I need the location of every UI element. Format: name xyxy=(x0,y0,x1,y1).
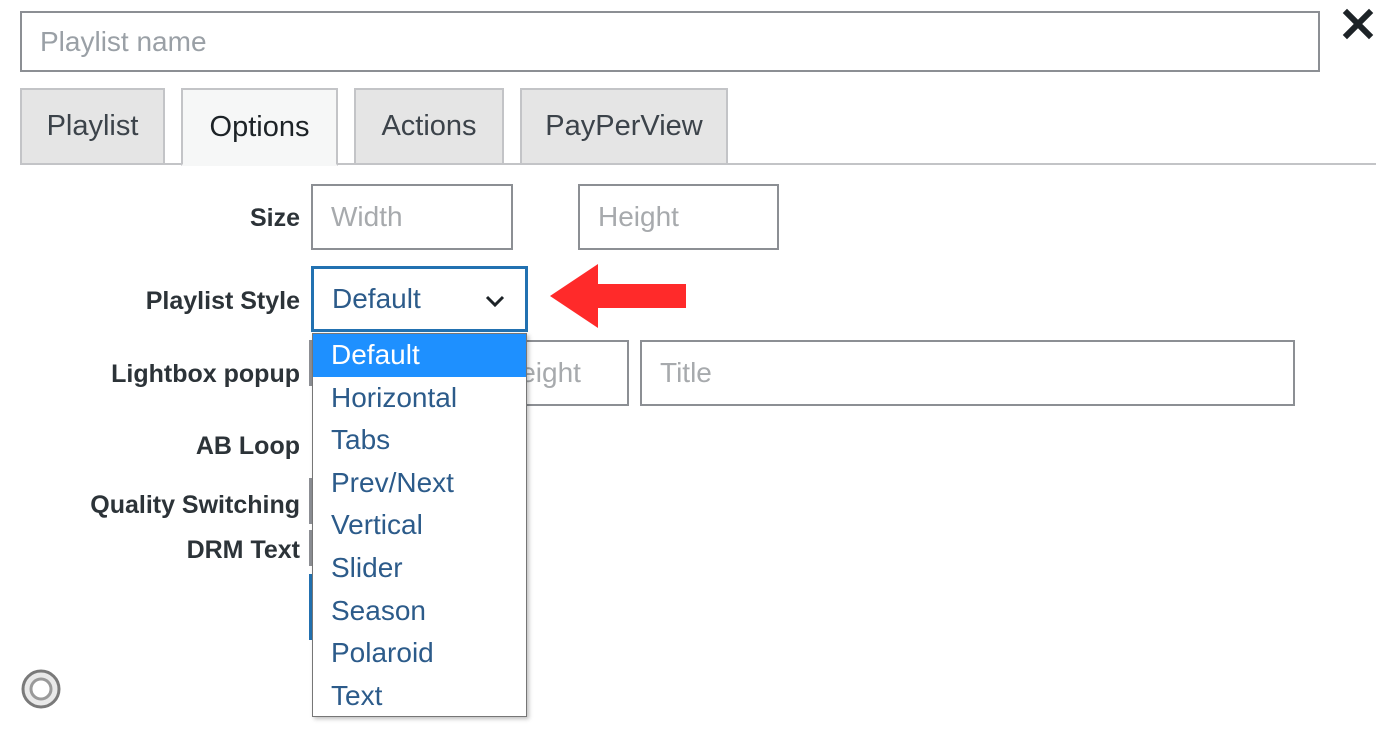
dropdown-option-prev-next[interactable]: Prev/Next xyxy=(313,462,526,505)
dropdown-option-slider[interactable]: Slider xyxy=(313,547,526,590)
quality-switching-label: Quality Switching xyxy=(90,491,300,519)
dropdown-option-vertical[interactable]: Vertical xyxy=(313,504,526,547)
dropdown-option-polaroid[interactable]: Polaroid xyxy=(313,632,526,675)
playlist-name-input[interactable] xyxy=(20,11,1320,72)
close-icon[interactable] xyxy=(1340,6,1376,42)
playlist-editor: Playlist Options Actions PayPerView Size… xyxy=(0,0,1386,746)
lightbox-popup-label: Lightbox popup xyxy=(111,360,300,388)
dropdown-option-season[interactable]: Season xyxy=(313,590,526,633)
playlist-style-dropdown[interactable]: Default Horizontal Tabs Prev/Next Vertic… xyxy=(312,333,527,717)
dropdown-option-horizontal[interactable]: Horizontal xyxy=(313,377,526,420)
width-input[interactable] xyxy=(311,184,513,250)
tab-payperview[interactable]: PayPerView xyxy=(520,88,728,165)
size-label: Size xyxy=(249,204,300,232)
dropdown-option-tabs[interactable]: Tabs xyxy=(313,419,526,462)
radio-button-icon[interactable] xyxy=(20,668,62,710)
tab-playlist[interactable]: Playlist xyxy=(20,88,165,165)
drm-text-label: DRM Text xyxy=(186,536,300,564)
ab-loop-label: AB Loop xyxy=(195,432,300,460)
red-arrow-icon xyxy=(550,264,686,328)
playlist-style-label: Playlist Style xyxy=(145,287,300,315)
tab-options[interactable]: Options xyxy=(181,88,338,166)
lightbox-title-input[interactable] xyxy=(640,340,1295,406)
playlist-style-value: Default xyxy=(332,283,421,314)
tab-actions[interactable]: Actions xyxy=(354,88,504,165)
height-input[interactable] xyxy=(578,184,779,250)
chevron-down-icon xyxy=(485,295,505,308)
playlist-style-select[interactable]: Default xyxy=(311,266,528,332)
dropdown-option-default[interactable]: Default xyxy=(313,334,526,377)
dropdown-option-text[interactable]: Text xyxy=(313,675,526,718)
